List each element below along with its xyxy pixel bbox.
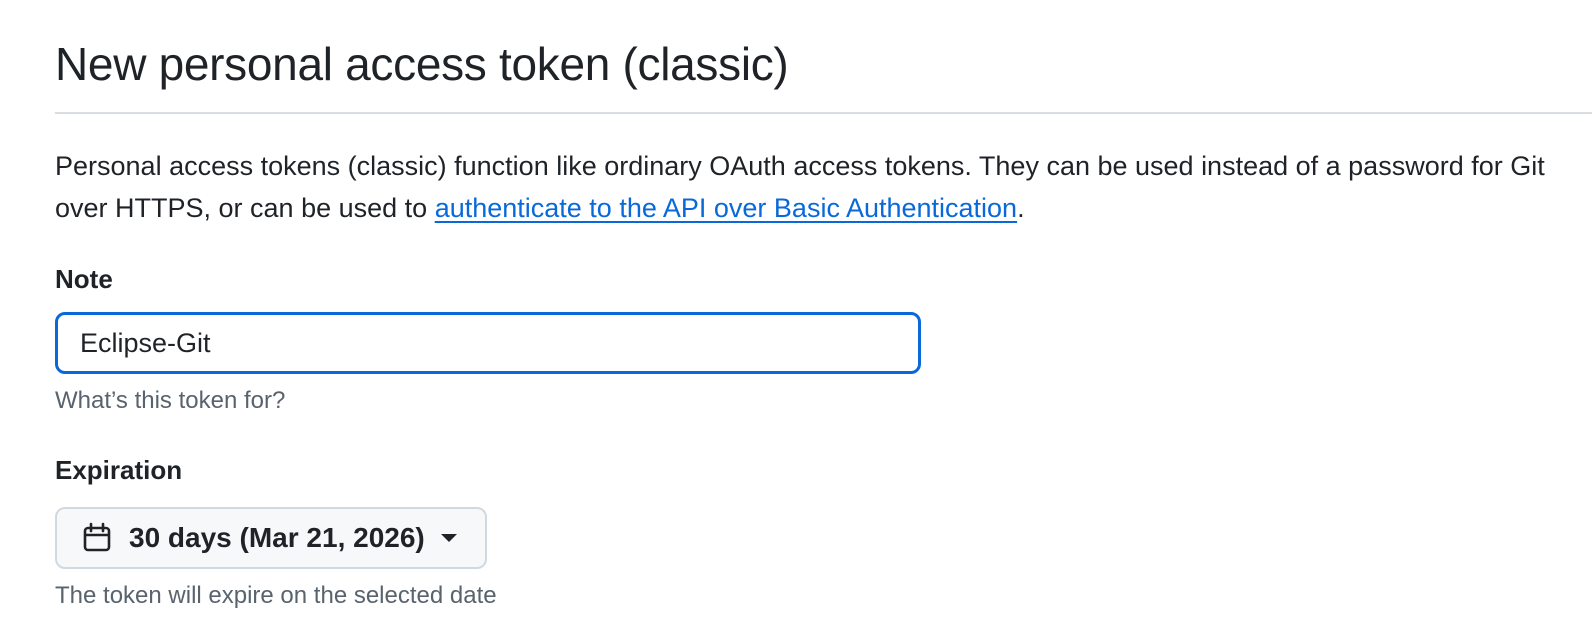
expiration-selected-value: 30 days (Mar 21, 2026) bbox=[129, 522, 425, 553]
basic-auth-link[interactable]: authenticate to the API over Basic Authe… bbox=[435, 193, 1017, 223]
expiration-hint: The token will expire on the selected da… bbox=[55, 582, 497, 609]
calendar-icon bbox=[81, 522, 113, 554]
note-hint: What’s this token for? bbox=[55, 387, 286, 414]
caret-down-icon bbox=[440, 534, 457, 542]
description-end: . bbox=[1017, 193, 1025, 223]
expiration-label: Expiration bbox=[55, 455, 183, 485]
note-label: Note bbox=[55, 264, 113, 294]
new-token-form: New personal access token (classic) Pers… bbox=[0, 0, 1592, 642]
token-description: Personal access tokens (classic) functio… bbox=[55, 145, 1575, 229]
page-title: New personal access token (classic) bbox=[55, 38, 789, 90]
expiration-dropdown[interactable]: 30 days (Mar 21, 2026) bbox=[55, 507, 487, 569]
title-divider bbox=[55, 112, 1592, 114]
note-input[interactable] bbox=[55, 312, 921, 374]
